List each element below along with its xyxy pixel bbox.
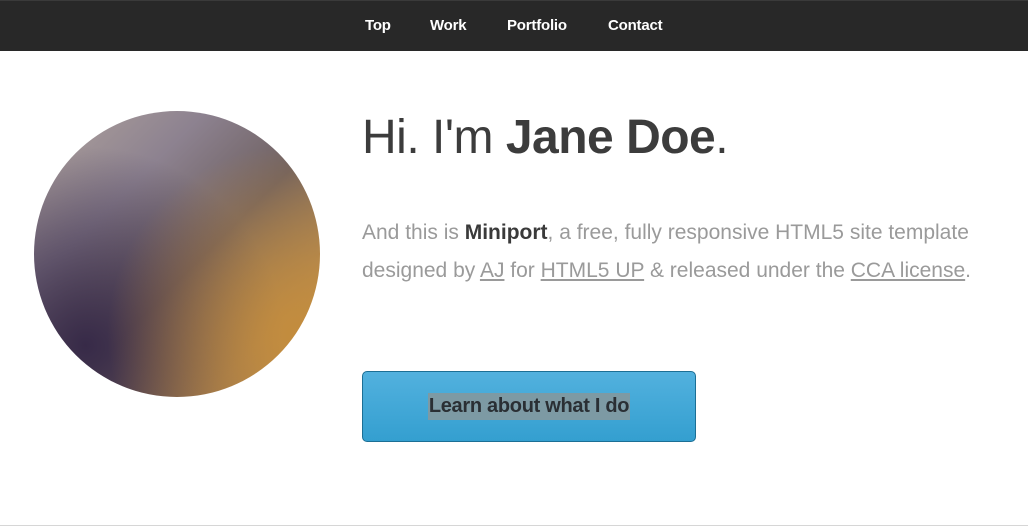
author-link[interactable]: AJ	[480, 259, 505, 282]
html5up-link[interactable]: HTML5 UP	[541, 259, 644, 282]
intro-text-3: for	[504, 259, 541, 282]
name-text: Jane Doe	[505, 111, 716, 164]
learn-more-button[interactable]: Learn about what I do	[362, 371, 696, 442]
title-period: .	[715, 111, 729, 164]
nav-link-contact[interactable]: Contact	[608, 17, 663, 34]
intro-text-4: & released under the	[644, 259, 851, 282]
top-navigation-bar: Top Work Portfolio Contact	[0, 0, 1028, 51]
intro-paragraph: And this is Miniport, a free, fully resp…	[362, 214, 982, 290]
avatar-image	[34, 111, 320, 397]
brand-name: Miniport	[464, 221, 548, 244]
greeting-text: Hi. I'm	[362, 111, 506, 164]
nav-link-portfolio[interactable]: Portfolio	[507, 17, 567, 34]
nav-link-top[interactable]: Top	[365, 17, 391, 34]
learn-more-button-label: Learn about what I do	[427, 393, 631, 420]
intro-text-5: .	[965, 259, 971, 282]
nav-link-work[interactable]: Work	[430, 17, 467, 34]
page-title: Hi. I'm Jane Doe.	[362, 110, 729, 165]
license-link[interactable]: CCA license	[851, 259, 965, 282]
intro-text-1: And this is	[362, 221, 465, 244]
section-divider	[0, 525, 1028, 526]
